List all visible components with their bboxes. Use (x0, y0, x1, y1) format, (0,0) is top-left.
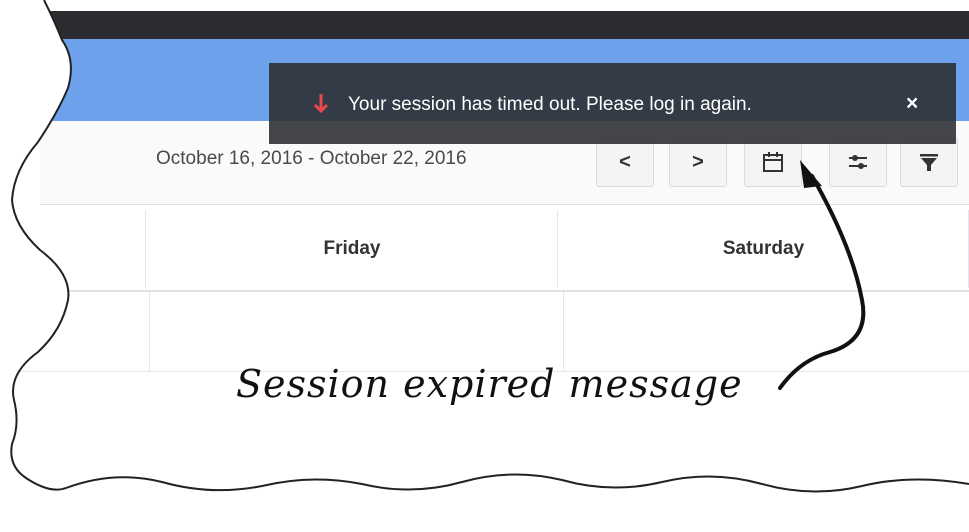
torn-paper-edge (0, 0, 969, 532)
annotation-callout: Session expired message (236, 362, 743, 406)
screenshot-stage: October 16, 2016 - October 22, 2016 < > … (0, 0, 969, 532)
